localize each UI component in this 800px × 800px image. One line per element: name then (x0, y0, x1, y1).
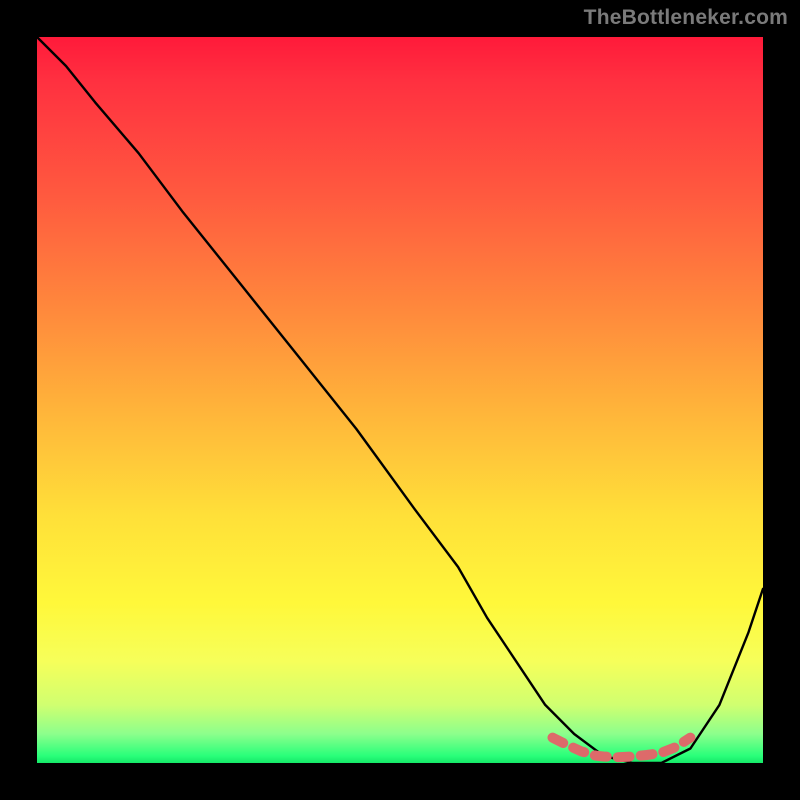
bottleneck-curve (37, 37, 763, 763)
watermark-text: TheBottleneker.com (584, 6, 788, 30)
chart-svg (37, 37, 763, 763)
highlight-segment (553, 738, 691, 758)
chart-frame: TheBottleneker.com (0, 0, 800, 800)
plot-area (37, 37, 763, 763)
